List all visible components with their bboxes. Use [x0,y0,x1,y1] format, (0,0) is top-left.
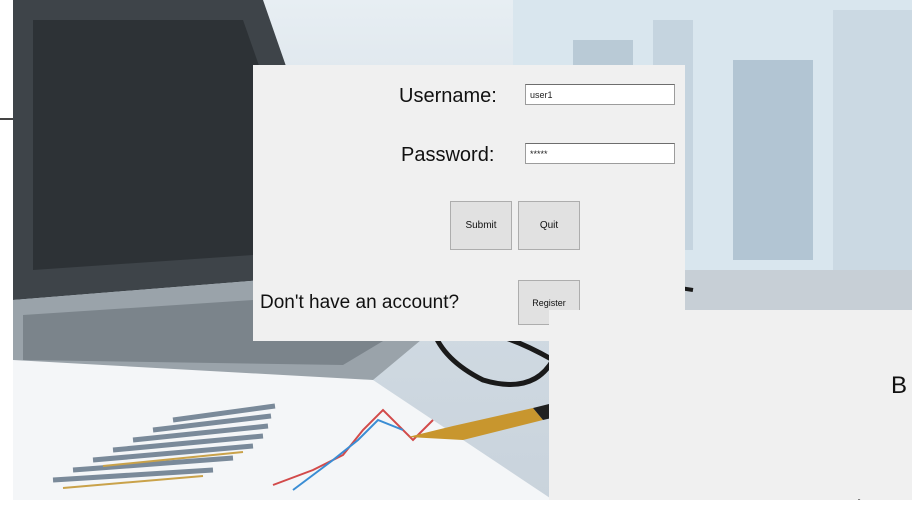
username-input[interactable] [525,84,675,105]
username-label: Username: [399,85,497,107]
login-window: Username: Password: Submit Quit Don't ha… [253,65,685,341]
password-label: Password: [401,144,495,166]
quit-button[interactable]: Quit [518,201,580,250]
window-heading: B [891,372,908,399]
window-edge-line [0,118,13,120]
budget-window: B Budge [549,310,912,510]
bottom-strip [0,500,912,510]
submit-button[interactable]: Submit [450,201,512,250]
password-input[interactable] [525,143,675,164]
register-prompt: Don't have an account? [260,292,460,313]
